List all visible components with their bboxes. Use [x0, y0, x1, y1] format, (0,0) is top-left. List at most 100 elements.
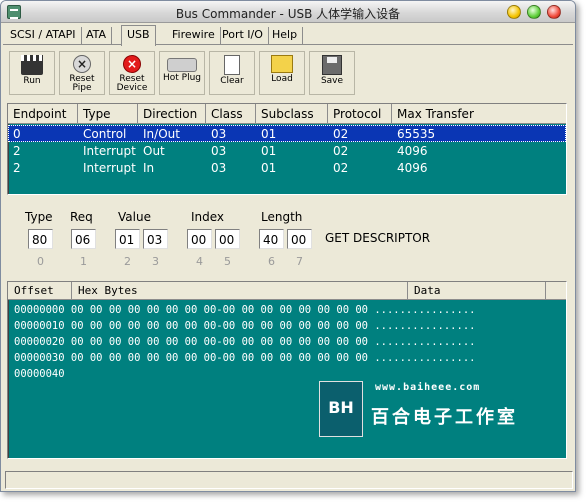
column-header-offset[interactable]: Offset [8, 282, 72, 300]
tab-label: Port I/O [222, 28, 263, 41]
reset-pipe-button[interactable]: × Reset Pipe [59, 51, 105, 95]
blank-page-icon [224, 55, 240, 75]
toolbar: Run × Reset Pipe × Reset Device Hot Plug… [9, 49, 569, 97]
index-label: Index [191, 210, 225, 224]
watermark-logo: BH [319, 381, 363, 437]
tab-label: Firewire [172, 28, 215, 41]
value-label: Value [118, 210, 151, 224]
column-header-endpoint[interactable]: Endpoint [8, 104, 78, 124]
maximize-button[interactable] [527, 5, 541, 19]
reset-device-button[interactable]: × Reset Device [109, 51, 155, 95]
folder-icon [271, 55, 293, 73]
cell-protocol: 02 [333, 144, 349, 158]
cell-endpoint: 2 [13, 144, 21, 158]
column-header-spacer [546, 282, 566, 300]
tab-label: USB [127, 28, 150, 41]
column-header-max-transfer[interactable]: Max Transfer [392, 104, 566, 124]
hex-line: 00000000 00 00 00 00 00 00 00 00-00 00 0… [14, 304, 476, 316]
column-header-class[interactable]: Class [206, 104, 256, 124]
cell-type: Interrupt [83, 161, 136, 175]
app-window: Bus Commander - USB 人体学输入设备 SCSI / ATAPI… [0, 0, 576, 492]
load-label: Load [271, 74, 293, 84]
hot-plug-label: Hot Plug [162, 73, 201, 83]
byte-field-2[interactable]: 01 [115, 229, 140, 249]
hot-plug-button[interactable]: Hot Plug [159, 51, 205, 95]
tab-scsi-atapi[interactable]: SCSI / ATAPI [5, 27, 82, 45]
cell-max-transfer: 4096 [397, 161, 428, 175]
cell-protocol: 02 [333, 161, 349, 175]
hex-line: 00000010 00 00 00 00 00 00 00 00-00 00 0… [14, 320, 476, 332]
tab-port-io[interactable]: Port I/O [217, 27, 269, 45]
reset-pipe-label-2: Pipe [72, 83, 92, 93]
cell-protocol: 02 [333, 127, 349, 141]
table-row[interactable]: 2 Interrupt In 03 01 02 4096 [8, 159, 566, 176]
byte-field-7[interactable]: 00 [287, 229, 312, 249]
column-header-direction[interactable]: Direction [138, 104, 206, 124]
tab-usb[interactable]: USB [121, 25, 156, 46]
table-row[interactable]: 0 Control In/Out 03 01 02 65535 [8, 125, 566, 142]
cell-endpoint: 0 [13, 127, 21, 141]
req-label: Req [70, 210, 93, 224]
status-bar [5, 471, 573, 489]
cell-subclass: 01 [261, 144, 277, 158]
tab-label: ATA [86, 28, 107, 41]
column-header-protocol[interactable]: Protocol [328, 104, 392, 124]
column-header-subclass[interactable]: Subclass [256, 104, 328, 124]
byte-index-6: 6 [268, 255, 275, 268]
byte-field-1[interactable]: 06 [71, 229, 96, 249]
hex-line: 00000030 00 00 00 00 00 00 00 00-00 00 0… [14, 352, 476, 364]
tab-firewire[interactable]: Firewire [167, 27, 221, 45]
reset-device-label-2: Device [116, 83, 148, 93]
cell-class: 03 [211, 161, 227, 175]
cell-direction: Out [143, 144, 165, 158]
endpoint-table[interactable]: Endpoint Type Direction Class Subclass P… [7, 103, 567, 195]
watermark-url: www.baiheee.com [375, 382, 481, 393]
tab-ata[interactable]: ATA [81, 27, 113, 45]
close-button[interactable] [547, 5, 561, 19]
byte-index-3: 3 [152, 255, 159, 268]
cell-direction: In/Out [143, 127, 180, 141]
minimize-button[interactable] [507, 5, 521, 19]
hex-line: 00000040 [14, 368, 65, 380]
cell-subclass: 01 [261, 161, 277, 175]
cell-endpoint: 2 [13, 161, 21, 175]
load-button[interactable]: Load [259, 51, 305, 95]
reset-device-icon: × [123, 55, 141, 73]
hex-dump-view[interactable]: Offset Hex Bytes Data 00000000 00 00 00 … [7, 281, 567, 459]
byte-field-4[interactable]: 00 [187, 229, 212, 249]
byte-index-2: 2 [124, 255, 131, 268]
cell-type: Control [83, 127, 127, 141]
request-description: GET DESCRIPTOR [325, 231, 431, 245]
byte-index-4: 4 [196, 255, 203, 268]
tab-help[interactable]: Help [267, 27, 304, 45]
clear-button[interactable]: Clear [209, 51, 255, 95]
column-header-data[interactable]: Data [408, 282, 546, 300]
cell-subclass: 01 [261, 127, 277, 141]
byte-field-3[interactable]: 03 [143, 229, 168, 249]
column-header-type[interactable]: Type [78, 104, 138, 124]
usb-plug-icon [167, 58, 197, 72]
byte-index-0: 0 [37, 255, 44, 268]
column-header-hex-bytes[interactable]: Hex Bytes [72, 282, 408, 300]
byte-index-5: 5 [224, 255, 231, 268]
floppy-disk-icon [322, 55, 342, 75]
cell-class: 03 [211, 127, 227, 141]
save-button[interactable]: Save [309, 51, 355, 95]
cell-class: 03 [211, 144, 227, 158]
run-button[interactable]: Run [9, 51, 55, 95]
endpoint-table-header: Endpoint Type Direction Class Subclass P… [8, 104, 566, 124]
save-label: Save [320, 76, 344, 86]
run-label: Run [23, 76, 41, 86]
window-title: Bus Commander - USB 人体学输入设备 [175, 7, 401, 21]
watermark-logo-text: BH [328, 398, 354, 417]
byte-index-7: 7 [296, 255, 303, 268]
byte-field-6[interactable]: 40 [259, 229, 284, 249]
clapperboard-icon [21, 55, 43, 75]
title-bar[interactable]: Bus Commander - USB 人体学输入设备 [1, 1, 575, 23]
byte-field-5[interactable]: 00 [215, 229, 240, 249]
tab-label: Help [272, 28, 298, 41]
tab-label: SCSI / ATAPI [10, 28, 76, 41]
byte-field-0[interactable]: 80 [28, 229, 53, 249]
cell-direction: In [143, 161, 155, 175]
table-row[interactable]: 2 Interrupt Out 03 01 02 4096 [8, 142, 566, 159]
